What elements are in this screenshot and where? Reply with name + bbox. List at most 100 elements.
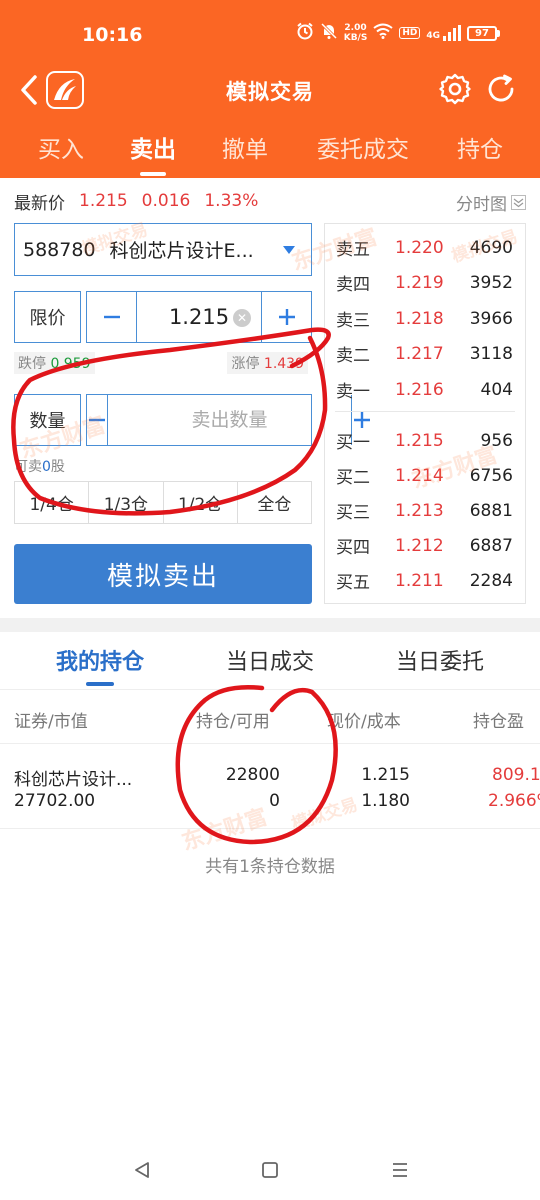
- ratio-quarter-button[interactable]: 1/4仓: [15, 482, 90, 523]
- ob-volume: 3118: [469, 343, 513, 364]
- ob-level-label: 卖四: [336, 275, 370, 295]
- order-book-row[interactable]: 卖五 1.220 4690: [325, 230, 525, 265]
- status-icons: 2.00 KB/S HD 4G 97: [296, 22, 500, 44]
- app-header: 10:16 2.00 KB/S HD 4G 97 模拟交易 买入 卖出 撤单 委…: [0, 0, 540, 178]
- holdings-tabs: 我的持仓 当日成交 当日委托: [0, 632, 540, 690]
- limit-up: 涨停 1.439: [227, 352, 308, 374]
- system-menu-button[interactable]: [384, 1154, 416, 1186]
- ob-volume: 956: [480, 430, 513, 451]
- tab-cancel[interactable]: 撤单: [222, 130, 268, 164]
- chevron-down-icon: [511, 195, 526, 210]
- holding-pnl: 809.1: [492, 765, 540, 785]
- price-stepper: 1.215 ✕: [86, 291, 312, 343]
- limit-up-label: 涨停: [231, 356, 260, 372]
- ob-price: 1.219: [395, 272, 444, 293]
- limit-down-label: 跌停: [18, 356, 46, 372]
- price-decrease-button[interactable]: [87, 292, 137, 342]
- square-home-icon: [262, 1162, 278, 1178]
- hd-badge: HD: [399, 27, 421, 39]
- ob-volume: 4690: [469, 237, 513, 258]
- price-field-row: 限价 1.215 ✕: [14, 291, 312, 343]
- tab-today-orders[interactable]: 当日委托: [396, 644, 484, 676]
- battery-icon: 97: [467, 25, 500, 41]
- order-book-row[interactable]: 买二 1.214 6756: [325, 458, 525, 493]
- system-home-button[interactable]: [254, 1154, 286, 1186]
- quantity-label: 数量: [14, 394, 81, 446]
- limit-up-value: 1.439: [263, 356, 304, 372]
- minus-icon: [89, 418, 105, 422]
- quote-row: 最新价 1.215 0.016 1.33% 分时图: [14, 186, 526, 216]
- price-increase-button[interactable]: [261, 292, 311, 342]
- order-book-row[interactable]: 买四 1.212 6887: [325, 528, 525, 563]
- system-back-button[interactable]: [126, 1154, 158, 1186]
- latest-price-label: 最新价: [14, 193, 65, 214]
- col-security: 证券/市值: [14, 712, 88, 732]
- intraday-chart-link[interactable]: 分时图: [456, 190, 526, 215]
- status-bar: 10:16 2.00 KB/S HD 4G 97: [0, 0, 540, 68]
- page-title: 模拟交易: [226, 80, 314, 104]
- sub-tab-active-indicator: [86, 682, 114, 686]
- dropdown-arrow-icon: [283, 245, 295, 254]
- tab-positions[interactable]: 持仓: [457, 130, 503, 164]
- order-book-row[interactable]: 卖一 1.216 404: [325, 372, 525, 407]
- holding-current-price: 1.215: [361, 765, 410, 785]
- back-button[interactable]: [14, 72, 44, 108]
- battery-tip: [497, 29, 500, 37]
- sellable-value: 0: [42, 459, 51, 475]
- limit-prices: 跌停 0.959 涨停 1.439: [14, 352, 312, 374]
- price-change-pct: 1.33%: [204, 191, 259, 211]
- stock-code: 588780: [23, 238, 96, 261]
- ob-volume: 404: [480, 379, 513, 400]
- net-speed-unit: KB/S: [343, 33, 368, 43]
- quantity-decrease-button[interactable]: [87, 395, 108, 445]
- price-type-selector[interactable]: 限价: [14, 291, 81, 343]
- price-change: 0.016: [141, 191, 191, 211]
- plus-icon: [278, 309, 295, 325]
- clear-icon[interactable]: ✕: [233, 309, 251, 327]
- tab-my-positions[interactable]: 我的持仓: [56, 644, 144, 676]
- settings-button[interactable]: [436, 70, 474, 108]
- order-book-row[interactable]: 买三 1.213 6881: [325, 493, 525, 528]
- order-book-row[interactable]: 买五 1.211 2284: [325, 563, 525, 598]
- tab-sell[interactable]: 卖出: [130, 130, 176, 164]
- tab-orders[interactable]: 委托成交: [317, 130, 409, 164]
- order-book-row[interactable]: 买一 1.215 956: [325, 423, 525, 458]
- holdings-table-header: 证券/市值 持仓/可用 现价/成本 持仓盈: [0, 692, 540, 744]
- ob-volume: 3966: [469, 308, 513, 329]
- alarm-icon: [296, 22, 314, 44]
- ob-level-label: 买三: [336, 503, 370, 523]
- battery-level: 97: [467, 25, 497, 41]
- ratio-half-button[interactable]: 1/2仓: [164, 482, 238, 523]
- holding-market-value: 27702.00: [14, 791, 96, 811]
- ob-volume: 6756: [469, 465, 513, 486]
- holdings-count: 共有1条持仓数据: [205, 857, 335, 877]
- quantity-stepper: [86, 394, 372, 446]
- sellable-prefix: 可卖: [14, 459, 42, 475]
- simulated-sell-button[interactable]: 模拟卖出: [14, 544, 312, 604]
- order-book-row[interactable]: 卖三 1.218 3966: [325, 301, 525, 336]
- price-input[interactable]: 1.215 ✕: [137, 292, 261, 342]
- tab-today-trades[interactable]: 当日成交: [226, 644, 314, 676]
- ratio-full-button[interactable]: 全仓: [238, 482, 311, 523]
- refresh-button[interactable]: [482, 70, 520, 108]
- minus-icon: [103, 315, 120, 319]
- ob-price: 1.211: [395, 570, 444, 591]
- ob-price: 1.216: [395, 379, 444, 400]
- latest-price: 1.215: [79, 191, 128, 211]
- app-logo[interactable]: [46, 71, 84, 109]
- ob-level-label: 卖三: [336, 311, 370, 331]
- wifi-icon: [373, 23, 393, 43]
- ob-level-label: 卖五: [336, 240, 370, 260]
- net-speed: 2.00 KB/S: [344, 23, 368, 43]
- order-book-row[interactable]: 卖四 1.219 3952: [325, 265, 525, 300]
- quantity-input[interactable]: [108, 395, 351, 445]
- limit-down: 跌停 0.959: [14, 352, 95, 374]
- tab-buy[interactable]: 买入: [38, 130, 84, 164]
- order-book-row[interactable]: 卖二 1.217 3118: [325, 336, 525, 371]
- stock-selector[interactable]: 588780 科创芯片设计E...: [14, 223, 312, 276]
- holding-pnl-pct: 2.966%: [488, 791, 540, 811]
- table-row[interactable]: 科创芯片设计... 27702.00 22800 0 1.215 1.180 8…: [0, 745, 540, 829]
- ratio-third-button[interactable]: 1/3仓: [89, 482, 164, 523]
- holding-quantity: 22800: [225, 765, 280, 785]
- ob-price: 1.215: [395, 430, 444, 451]
